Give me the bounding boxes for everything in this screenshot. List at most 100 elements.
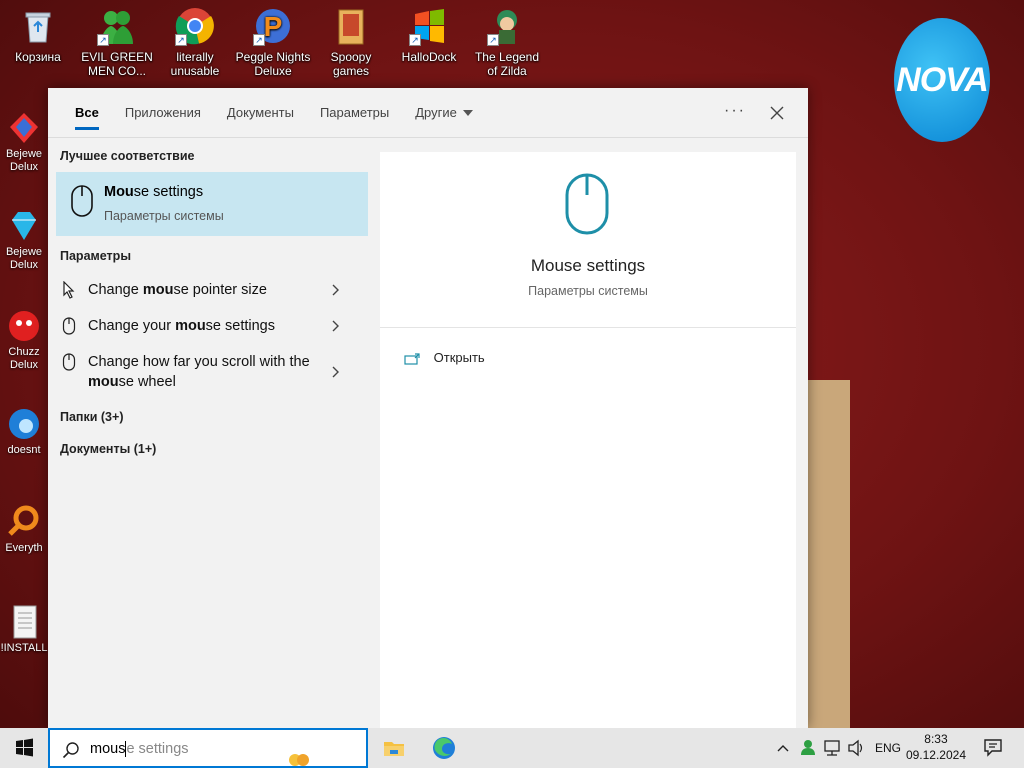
tab-settings[interactable]: Параметры bbox=[307, 88, 402, 138]
best-match-heading: Лучшее соответствие bbox=[60, 149, 195, 163]
windows-logo-icon: ↗ bbox=[409, 6, 449, 46]
desktop-icon-label: EVIL GREEN MEN CO... bbox=[81, 50, 153, 78]
open-action[interactable]: Открыть bbox=[404, 350, 485, 365]
tab-label: Приложения bbox=[124, 104, 201, 120]
chevron-down-icon bbox=[462, 110, 473, 117]
mouse-icon bbox=[71, 185, 93, 217]
folders-group[interactable]: Папки (3+) bbox=[48, 410, 378, 424]
settings-heading: Параметры bbox=[60, 249, 131, 263]
file-explorer-button[interactable] bbox=[374, 732, 414, 764]
chevron-right-icon bbox=[332, 284, 339, 296]
item-text: Change bbox=[88, 282, 143, 298]
documents-group[interactable]: Документы (1+) bbox=[48, 442, 378, 456]
tab-label: Документы bbox=[226, 104, 294, 120]
desktop-icon-install[interactable]: !INSTALL bbox=[0, 604, 48, 655]
text-file-icon bbox=[6, 604, 42, 640]
taskbar: mouse settings ENG 8:33 09.12.2024 bbox=[0, 728, 1024, 768]
desktop-icon-bejeweled-1[interactable]: Bejewe Delux bbox=[0, 110, 48, 174]
mouse-icon bbox=[565, 173, 609, 235]
tab-documents[interactable]: Документы bbox=[214, 88, 307, 138]
desktop-icon-label: Bejewe Delux bbox=[5, 148, 43, 173]
chevron-up-icon bbox=[777, 745, 789, 752]
edge-button[interactable] bbox=[424, 732, 464, 764]
nova-logo: NOVA bbox=[894, 18, 990, 142]
item-text: se settings bbox=[205, 318, 275, 334]
desktop-icon-label: The Legend of Zilda bbox=[474, 50, 540, 78]
desktop-icon-recycle-bin[interactable]: Корзина bbox=[0, 6, 76, 64]
diamond-icon bbox=[6, 208, 42, 244]
desktop-icon-label: literally unusable bbox=[170, 50, 220, 78]
windows-logo-icon bbox=[16, 738, 33, 757]
open-label: Открыть bbox=[433, 350, 485, 365]
desktop-icon-label: Chuzz Delux bbox=[8, 346, 40, 371]
desktop-icon-label: Bejewe Delux bbox=[5, 246, 43, 271]
close-icon bbox=[770, 106, 784, 120]
item-text: Change how far you scroll with the bbox=[88, 354, 310, 370]
people-icon bbox=[801, 740, 815, 755]
chrome-icon: ↗ bbox=[175, 6, 215, 46]
search-input[interactable]: mouse settings bbox=[48, 728, 368, 768]
desktop-icon-label: Everyth bbox=[5, 542, 43, 554]
desktop-icon-label: doesnt bbox=[7, 444, 41, 456]
tab-label: Параметры bbox=[319, 104, 390, 120]
desktop-icon-label: HalloDock bbox=[401, 50, 457, 64]
search-text: mouse settings bbox=[90, 741, 189, 758]
tab-all[interactable]: Все bbox=[62, 88, 112, 138]
desktop-icon-legend-of-zilda[interactable]: ↗ The Legend of Zilda bbox=[469, 6, 545, 78]
preview-title: Mouse settings bbox=[530, 256, 646, 275]
zelda-character-icon: ↗ bbox=[487, 6, 527, 46]
clock-date: 09.12.2024 bbox=[905, 748, 966, 762]
typed-text: mous bbox=[90, 741, 126, 757]
edge-icon bbox=[6, 406, 42, 442]
notifications-button[interactable] bbox=[982, 728, 1004, 768]
item-text: se pointer size bbox=[173, 282, 267, 298]
settings-item-pointer-size[interactable]: Change mouse pointer size bbox=[48, 280, 360, 306]
preview-pane: Mouse settings Параметры системы Открыть bbox=[380, 152, 796, 728]
chuzzle-icon bbox=[6, 308, 42, 344]
preview-header: Mouse settings Параметры системы bbox=[380, 152, 796, 328]
mouse-pointer-icon bbox=[63, 281, 75, 299]
desktop-icon-chuzzle[interactable]: Chuzz Delux bbox=[0, 308, 48, 372]
results-list: Лучшее соответствие Mouse settings Парам… bbox=[48, 140, 378, 728]
highlight-text: mou bbox=[142, 282, 174, 298]
search-icon bbox=[62, 742, 79, 759]
desktop-icon-label: Spoopy games bbox=[330, 50, 372, 78]
folder-icon bbox=[331, 6, 371, 46]
best-match-subtitle: Параметры системы bbox=[104, 209, 224, 223]
more-options-button[interactable]: ··· bbox=[724, 88, 746, 138]
tab-other[interactable]: Другие bbox=[402, 88, 486, 138]
network-icon bbox=[824, 740, 840, 756]
settings-item-mouse-settings[interactable]: Change your mouse settings bbox=[48, 316, 360, 342]
clock[interactable]: 8:33 09.12.2024 bbox=[906, 731, 966, 763]
desktop-icon-everything[interactable]: Everyth bbox=[0, 504, 48, 555]
desktop-icon-spoopy-games[interactable]: Spoopy games bbox=[313, 6, 389, 78]
network-button[interactable] bbox=[822, 728, 844, 768]
mouse-icon bbox=[62, 353, 76, 371]
close-button[interactable] bbox=[768, 104, 786, 122]
mouse-icon bbox=[62, 317, 76, 335]
desktop-icon-literally-unusable[interactable]: ↗ literally unusable bbox=[157, 6, 233, 78]
desktop-icon-doesnt[interactable]: doesnt bbox=[0, 406, 48, 457]
search-highlight-icon bbox=[289, 754, 309, 766]
bejeweled-icon bbox=[6, 110, 42, 146]
tab-apps[interactable]: Приложения bbox=[112, 88, 214, 138]
clock-time: 8:33 bbox=[924, 732, 948, 746]
folder-icon bbox=[384, 742, 404, 756]
start-button[interactable] bbox=[0, 728, 48, 768]
chevron-right-icon bbox=[332, 320, 339, 332]
desktop-icon-bejeweled-2[interactable]: Bejewe Delux bbox=[0, 208, 48, 272]
desktop-icon-evil-green-men[interactable]: ↗ EVIL GREEN MEN CO... bbox=[79, 6, 155, 78]
tab-label: Все bbox=[75, 104, 99, 120]
desktop-icon-label: Корзина bbox=[15, 50, 61, 64]
desktop-icon-peggle[interactable]: P ↗ Peggle Nights Deluxe bbox=[235, 6, 311, 78]
show-hidden-icons-button[interactable] bbox=[776, 728, 790, 768]
desktop-icon-hallodock[interactable]: ↗ HalloDock bbox=[391, 6, 467, 64]
highlight-text: mou bbox=[175, 318, 206, 334]
tray-user-icon[interactable] bbox=[798, 728, 818, 768]
search-panel: Все Приложения Документы Параметры Други… bbox=[48, 88, 808, 728]
recycle-bin-icon bbox=[18, 6, 58, 46]
best-match-item[interactable]: Mouse settings Параметры системы bbox=[56, 172, 368, 236]
language-indicator[interactable]: ENG bbox=[875, 728, 901, 768]
volume-button[interactable] bbox=[846, 728, 866, 768]
settings-item-scroll-wheel[interactable]: Change how far you scroll with the mouse… bbox=[48, 352, 360, 396]
